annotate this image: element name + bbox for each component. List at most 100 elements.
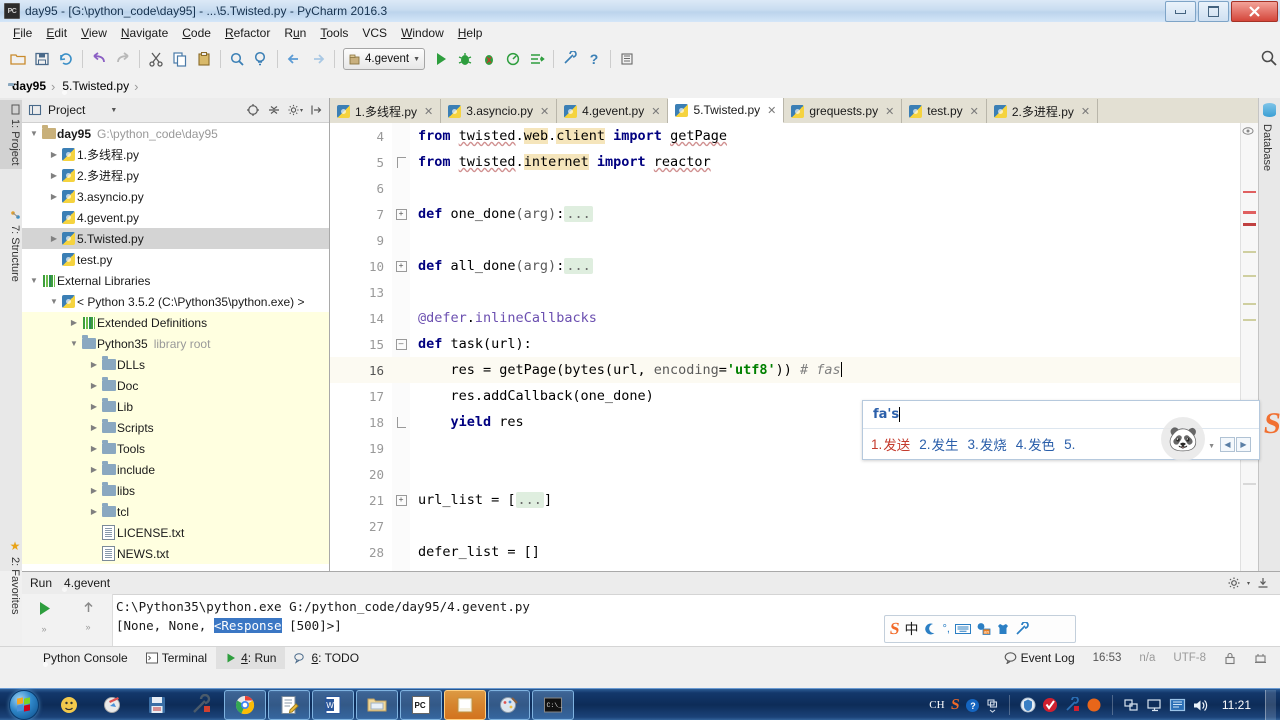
line-number[interactable]: 16 (330, 363, 392, 378)
line-separator[interactable]: n/a (1130, 652, 1164, 664)
taskbar-folder-icon[interactable] (356, 690, 398, 720)
code-line[interactable]: 16 res = getPage(bytes(url, encoding='ut… (330, 357, 1258, 383)
redo-icon[interactable] (112, 48, 134, 70)
tree-node[interactable]: Tools (22, 438, 329, 459)
breadcrumb-file[interactable]: 5.Twisted.py (58, 79, 131, 93)
tree-node[interactable]: NEWS.txt (22, 543, 329, 564)
code-line[interactable]: 5 from twisted.internet import reactor (330, 149, 1258, 175)
menu-help[interactable]: Help (451, 24, 490, 42)
taskbar-notepad-icon[interactable] (268, 690, 310, 720)
settings-icon[interactable] (559, 48, 581, 70)
taskbar-word-icon[interactable]: W (312, 690, 354, 720)
menu-view[interactable]: View (74, 24, 114, 42)
fold-marker[interactable] (392, 416, 410, 428)
close-button[interactable] (1231, 1, 1278, 22)
lock-icon[interactable] (1215, 652, 1245, 665)
start-button[interactable] (1, 690, 47, 720)
target-icon[interactable] (245, 102, 261, 118)
show-desktop-button[interactable] (1265, 690, 1276, 720)
help-icon[interactable]: ? (583, 48, 605, 70)
error-marker[interactable] (1243, 211, 1256, 214)
taskbar-explorer-icon[interactable] (48, 690, 90, 720)
profile-icon[interactable] (502, 48, 524, 70)
menu-edit[interactable]: Edit (39, 24, 74, 42)
hide-panel-icon[interactable] (1256, 576, 1270, 590)
code-line[interactable]: 21 + url_list = [...] (330, 487, 1258, 513)
code-line[interactable]: 10 + def all_done(arg):... (330, 253, 1258, 279)
find-icon[interactable] (226, 48, 248, 70)
error-marker[interactable] (1243, 191, 1256, 193)
tree-node[interactable]: Lib (22, 396, 329, 417)
fold-marker[interactable]: – (392, 338, 410, 350)
ime-next-page-button[interactable]: ▶ (1236, 437, 1251, 452)
cut-icon[interactable] (145, 48, 167, 70)
event-log-button[interactable]: Event Log (995, 647, 1084, 669)
editor-tab[interactable]: 2.多进程.py ✕ (986, 99, 1099, 123)
chevron-down-icon[interactable] (28, 129, 40, 138)
toolbox-icon[interactable] (1015, 622, 1029, 636)
line-number[interactable]: 17 (330, 389, 392, 404)
line-number[interactable]: 18 (330, 415, 392, 430)
line-number[interactable]: 7 (330, 207, 392, 222)
editor-scrollbar[interactable] (1240, 123, 1258, 571)
tree-node[interactable]: Doc (22, 375, 329, 396)
tree-node[interactable]: < Python 3.5.2 (C:\Python35\python.exe) … (22, 291, 329, 312)
ime-candidate-3[interactable]: 3. 发烧 (968, 434, 1007, 454)
code-line[interactable]: 20 (330, 461, 1258, 487)
chevron-down-icon[interactable]: ▼ (110, 107, 117, 114)
ime-prev-page-button[interactable]: ◀ (1220, 437, 1235, 452)
line-number[interactable]: 10 (330, 259, 392, 274)
editor-tab[interactable]: 4.gevent.py ✕ (557, 99, 669, 123)
console-output-selection[interactable]: <Response (213, 618, 282, 633)
close-icon[interactable]: ✕ (767, 104, 776, 117)
change-marker[interactable] (1243, 483, 1256, 485)
code-line[interactable]: 27 (330, 513, 1258, 539)
editor-tab[interactable]: 5.Twisted.py ✕ (668, 98, 785, 123)
close-icon[interactable]: ✕ (970, 105, 979, 118)
chevron-right-icon[interactable] (88, 423, 100, 432)
status-tab-terminal[interactable]: Terminal (137, 647, 216, 669)
panda-emoji-icon[interactable]: 🐼 (1161, 417, 1205, 461)
fold-marker[interactable]: + (392, 208, 410, 220)
sogou-tray-icon[interactable]: S (949, 697, 960, 714)
tree-node[interactable]: tcl (22, 501, 329, 522)
chevron-right-icon[interactable] (88, 444, 100, 453)
run-console-output[interactable]: C:\Python35\python.exe G:/python_code/da… (112, 594, 1280, 650)
tree-node[interactable]: 4.gevent.py (22, 207, 329, 228)
code-line[interactable]: 13 (330, 279, 1258, 305)
file-encoding[interactable]: UTF-8 (1164, 652, 1215, 664)
help-tray-icon[interactable]: ? (965, 698, 980, 713)
collapse-all-icon[interactable] (266, 102, 282, 118)
ime-mode-chinese-button[interactable]: 中 (904, 619, 918, 639)
network-tray-icon[interactable] (1123, 698, 1140, 713)
restore-button[interactable] (1198, 1, 1229, 22)
line-number[interactable]: 6 (330, 181, 392, 196)
chevron-right-icon[interactable] (88, 381, 100, 390)
chevron-right-icon[interactable] (88, 486, 100, 495)
line-number[interactable]: 28 (330, 545, 392, 560)
run-configuration-selector[interactable]: 4.gevent ▼ (343, 48, 426, 70)
chevron-down-icon[interactable] (68, 339, 80, 348)
open-folder-icon[interactable] (7, 48, 29, 70)
status-tab-python-console[interactable]: Python Console (30, 647, 137, 669)
project-tree[interactable]: day95 G:\python_code\day95 1.多线程.py 2.多进程.p… (22, 123, 329, 571)
taskbar-paint-icon[interactable] (488, 690, 530, 720)
ime-language-indicator[interactable]: CH (929, 699, 944, 711)
hector-icon[interactable] (1245, 652, 1276, 665)
chevron-down-icon[interactable]: ▼ (1208, 443, 1215, 450)
code-line[interactable]: 14 @defer.inlineCallbacks (330, 305, 1258, 331)
warning-marker[interactable] (1243, 275, 1256, 277)
menu-code[interactable]: Code (175, 24, 218, 42)
display-tray-icon[interactable] (1169, 698, 1186, 713)
punctuation-icon[interactable]: °, (942, 623, 949, 635)
keyboard-icon[interactable] (954, 623, 971, 635)
hide-panel-icon[interactable] (308, 102, 324, 118)
ime-candidate-4[interactable]: 4. 发色 (1016, 434, 1055, 454)
warning-marker[interactable] (1243, 319, 1256, 321)
gear-icon[interactable]: ▾ (287, 102, 303, 118)
orange-dot-tray-icon[interactable] (1086, 697, 1102, 713)
debug-icon[interactable] (454, 48, 476, 70)
database-toolbar-icon[interactable] (616, 48, 638, 70)
ime-candidate-5[interactable]: 5. (1064, 437, 1076, 452)
sync-icon[interactable] (55, 48, 77, 70)
